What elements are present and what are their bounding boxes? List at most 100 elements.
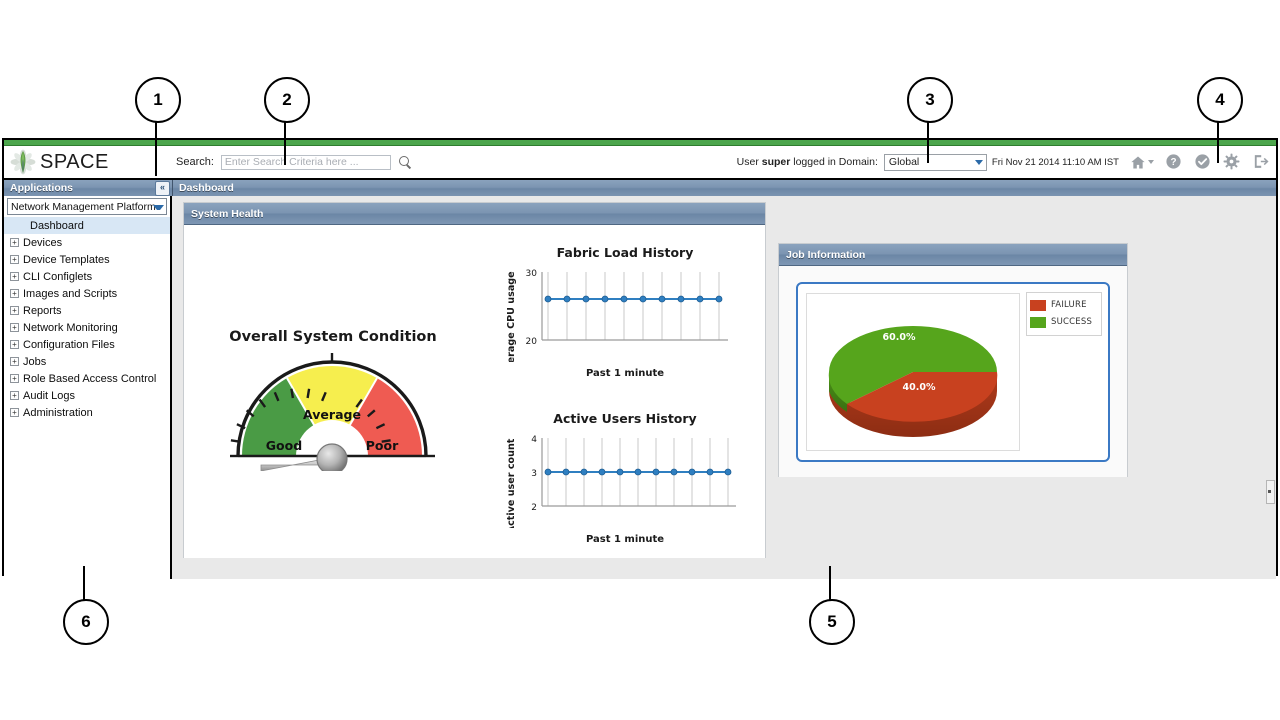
check-circle-icon[interactable] [1194,153,1212,171]
callout-number: 6 [81,612,91,631]
expand-icon[interactable]: + [10,272,19,281]
dashboard-content: System Health Overall System Condition G… [172,196,1276,579]
sidebar-item-jobs[interactable]: + Jobs [4,353,170,370]
sidebar-item-label: Images and Scripts [23,287,118,300]
legend-swatch-success [1030,316,1046,328]
callout-line-4 [1217,118,1219,163]
expand-icon[interactable]: + [10,238,19,247]
expand-icon[interactable]: + [10,374,19,383]
dashboard-title-bar: Dashboard [173,180,1276,196]
user-prefix: User [736,156,762,168]
sidebar-item-role-based-access-control[interactable]: + Role Based Access Control [4,370,170,387]
sidebar-item-dashboard[interactable]: Dashboard [4,217,170,234]
home-icon[interactable] [1130,153,1154,171]
y-tick-20: 20 [526,337,538,347]
brand-name: SPACE [40,150,109,173]
sidebar-item-configuration-files[interactable]: + Configuration Files [4,336,170,353]
system-health-header: System Health [184,203,765,225]
content-scrollbar[interactable] [1266,480,1275,504]
gear-icon[interactable] [1223,153,1241,171]
chevron-down-icon [1148,160,1154,164]
sidebar-item-reports[interactable]: + Reports [4,302,170,319]
sidebar-item-label: Configuration Files [23,338,115,351]
callout-badge-2: 2 [264,77,310,123]
expand-icon[interactable]: + [10,255,19,264]
sidebar-item-devices[interactable]: + Devices [4,234,170,251]
callout-badge-3: 3 [907,77,953,123]
callout-badge-6: 6 [63,599,109,645]
job-information-body: 60.0% 40.0% FAILURE SUCCESS [779,266,1127,477]
brand-logo: SPACE [4,149,170,175]
help-icon[interactable]: ? [1165,153,1183,171]
datetime-label: Fri Nov 21 2014 11:10 AM IST [991,156,1119,168]
sidebar-item-label: Reports [23,304,62,317]
system-health-title: System Health [191,207,264,220]
expand-icon[interactable]: + [10,289,19,298]
job-status-pie-chart: 60.0% 40.0% [806,292,1020,451]
sidebar-item-label: Role Based Access Control [23,372,157,385]
expand-icon[interactable]: + [10,391,19,400]
collapse-sidebar-button[interactable]: « [155,181,170,196]
sidebar-item-administration[interactable]: + Administration [4,404,170,421]
sidebar: Network Management Platform Dashboard + … [4,196,172,579]
sidebar-item-audit-logs[interactable]: + Audit Logs [4,387,170,404]
dashboard-title: Dashboard [179,182,234,194]
expand-icon[interactable]: + [10,340,19,349]
chart-title: Active Users History [553,411,697,426]
search-icon[interactable] [398,155,413,170]
expand-icon[interactable]: + [10,323,19,332]
user-suffix: logged in Domain: [790,156,878,168]
chevron-down-icon [974,160,983,165]
platform-selected-value: Network Management Platform [11,200,156,213]
sidebar-item-label: Jobs [23,355,47,368]
callout-badge-4: 4 [1197,77,1243,123]
sidebar-item-images-and-scripts[interactable]: + Images and Scripts [4,285,170,302]
expand-icon[interactable]: + [10,306,19,315]
chevron-down-icon [153,204,164,210]
y-tick-2: 2 [531,503,537,513]
fabric-load-history-chart: Fabric Load History Average CPU usage 30… [500,245,750,379]
x-axis-label: Past 1 minute [585,368,665,379]
expand-icon[interactable]: + [10,408,19,417]
gauge-title: Overall System Condition [218,329,448,345]
juniper-logo-icon [10,149,36,175]
expand-icon[interactable]: + [10,357,19,366]
search-input[interactable] [220,154,391,170]
navigation-list: Dashboard + Devices + Device Templates +… [4,217,170,421]
sidebar-item-cli-configlets[interactable]: + CLI Configlets [4,268,170,285]
system-health-body: Overall System Condition Good Average Po… [184,225,765,558]
callout-number: 1 [153,90,163,109]
y-tick-4: 4 [531,435,537,445]
application-window: SPACE Search: User super logged in Domai… [2,138,1278,579]
callout-line-3 [927,118,929,163]
system-health-panel: System Health Overall System Condition G… [183,202,766,558]
gauge-title-text: Overall System Condition [229,329,437,345]
job-information-panel: Job Information 60.0% 40.0% FAILURE SUCC… [778,243,1128,477]
platform-select[interactable]: Network Management Platform [7,198,167,215]
x-axis-label: Past 1 minute [585,534,665,545]
search-label: Search: [176,156,214,168]
svg-text:Good: Good [266,438,302,453]
app-body: Network Management Platform Dashboard + … [4,196,1276,579]
sidebar-item-label: CLI Configlets [23,270,93,283]
sidebar-item-label: Network Monitoring [23,321,118,334]
domain-selected-value: Global [888,156,920,168]
applications-title-bar: Applications « [4,180,173,196]
sidebar-item-label: Audit Logs [23,389,75,402]
domain-select[interactable]: Global [883,153,987,171]
job-chart-frame: 60.0% 40.0% FAILURE SUCCESS [796,281,1110,462]
active-users-history-chart: Active Users History Active user count 4… [500,411,750,545]
user-session-label: User super logged in Domain: [737,156,878,168]
app-header: SPACE Search: User super logged in Domai… [4,146,1276,180]
y-tick-30: 30 [526,269,538,279]
svg-text:Poor: Poor [366,438,399,453]
callout-number: 3 [925,90,935,109]
sidebar-item-network-monitoring[interactable]: + Network Monitoring [4,319,170,336]
legend-swatch-failure [1030,299,1046,311]
callout-line-1 [155,118,157,176]
job-information-title: Job Information [786,248,866,261]
sidebar-item-label: Dashboard [30,219,84,232]
sidebar-item-device-templates[interactable]: + Device Templates [4,251,170,268]
sidebar-item-label: Devices [23,236,63,249]
logout-icon[interactable] [1252,153,1270,171]
